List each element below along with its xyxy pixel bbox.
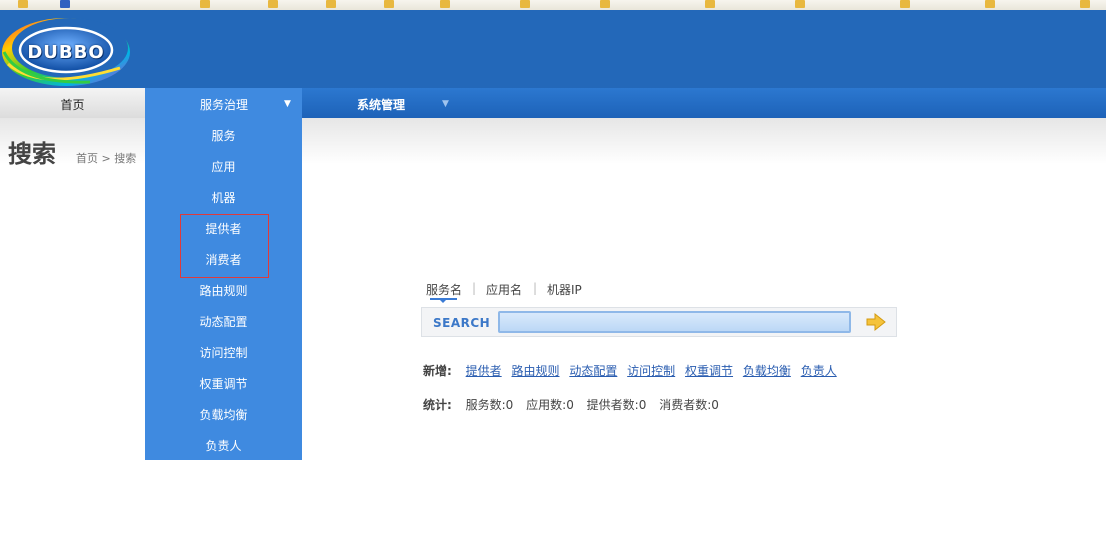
bookmark-folder-icon (326, 0, 336, 8)
dubbo-logo[interactable]: DUBBO (0, 12, 134, 88)
add-link-owner[interactable]: 负责人 (801, 364, 837, 378)
bookmark-folder-icon (520, 0, 530, 8)
add-link-load-balance[interactable]: 负载均衡 (743, 364, 791, 378)
breadcrumb[interactable]: 首页 > 搜索 (76, 150, 136, 166)
bookmark-folder-icon (200, 0, 210, 8)
menu-item-owner[interactable]: 负责人 (145, 428, 302, 459)
bookmark-folder-icon (900, 0, 910, 8)
menu-item-access-control[interactable]: 访问控制 (145, 335, 302, 366)
stats-label: 统计: (423, 398, 452, 412)
menu-item-machine[interactable]: 机器 (145, 180, 302, 211)
bookmark-folder-icon (1080, 0, 1090, 8)
add-links-row: 新增: 提供者 路由规则 动态配置 访问控制 权重调节 负载均衡 负责人 (423, 362, 843, 379)
menu-item-service[interactable]: 服务 (145, 118, 302, 149)
nav-home[interactable]: 首页 (0, 88, 145, 118)
add-link-weight-adjust[interactable]: 权重调节 (685, 364, 733, 378)
arrow-right-icon (866, 312, 886, 332)
stat-provider-count: 提供者数:0 (586, 398, 647, 412)
main-nav: 首页 服务治理 ▼ 系统管理 ▼ (0, 88, 1106, 118)
bookmark-folder-icon (985, 0, 995, 8)
search-input[interactable] (498, 311, 851, 333)
stat-service-count: 服务数:0 (465, 398, 514, 412)
add-link-access-control[interactable]: 访问控制 (627, 364, 675, 378)
menu-item-application[interactable]: 应用 (145, 149, 302, 180)
page-title: 搜索 (8, 140, 56, 168)
bookmark-folder-icon (705, 0, 715, 8)
add-link-provider[interactable]: 提供者 (466, 364, 502, 378)
menu-item-weight-adjust[interactable]: 权重调节 (145, 366, 302, 397)
bookmark-folder-icon (795, 0, 805, 8)
nav-service-governance-label: 服务治理 (200, 98, 249, 112)
menu-item-provider[interactable]: 提供者 (145, 211, 302, 242)
tab-application-name[interactable]: 应用名 (486, 281, 522, 298)
bookmark-folder-icon (600, 0, 610, 8)
add-link-dynamic-config[interactable]: 动态配置 (569, 364, 617, 378)
app-header: DUBBO (0, 10, 1106, 88)
active-tab-caret-icon (440, 300, 446, 303)
search-submit-button[interactable] (864, 311, 888, 333)
stat-application-count: 应用数:0 (526, 398, 574, 412)
add-link-routing-rules[interactable]: 路由规则 (511, 364, 559, 378)
tab-separator: | (533, 281, 538, 295)
add-label: 新增: (423, 364, 452, 378)
tab-service-name[interactable]: 服务名 (426, 281, 462, 298)
menu-item-consumer[interactable]: 消费者 (145, 242, 302, 273)
tab-machine-ip[interactable]: 机器IP (547, 281, 582, 298)
logo-text: DUBBO (27, 42, 105, 63)
bookmark-folder-icon (268, 0, 278, 8)
menu-item-routing-rules[interactable]: 路由规则 (145, 273, 302, 304)
stat-consumer-count: 消费者数:0 (659, 398, 719, 412)
search-bar: SEARCH (421, 307, 897, 337)
chevron-down-icon: ▼ (442, 99, 449, 109)
tab-separator: | (472, 281, 477, 295)
bookmark-folder-icon (440, 0, 450, 8)
nav-system-management-label: 系统管理 (357, 98, 406, 112)
bookmark-folder-icon (60, 0, 70, 8)
service-governance-dropdown: 服务 应用 机器 提供者 消费者 路由规则 动态配置 访问控制 权重调节 负载均… (145, 118, 302, 460)
menu-item-dynamic-config[interactable]: 动态配置 (145, 304, 302, 335)
bookmark-folder-icon (18, 0, 28, 8)
bookmark-folder-icon (384, 0, 394, 8)
search-label: SEARCH (433, 316, 491, 330)
nav-service-governance[interactable]: 服务治理 ▼ (145, 88, 302, 118)
menu-item-load-balance[interactable]: 负载均衡 (145, 397, 302, 428)
nav-home-label: 首页 (60, 98, 85, 112)
chevron-down-icon: ▼ (284, 99, 291, 109)
nav-system-management[interactable]: 系统管理 ▼ (302, 88, 462, 118)
stats-row: 统计: 服务数:0 应用数:0 提供者数:0 消费者数:0 (423, 396, 728, 413)
